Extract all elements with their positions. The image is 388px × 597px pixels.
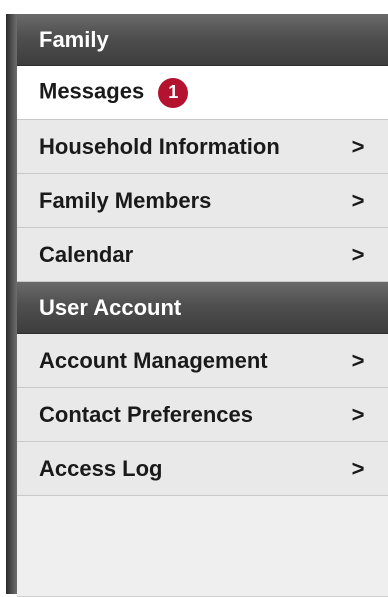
sidebar-item-messages[interactable]: Messages 1 — [17, 66, 388, 120]
sidebar-item-label: Access Log — [39, 455, 163, 481]
sidebar-item-label: Household Information — [39, 133, 280, 159]
sidebar-item-label: Family Members — [39, 187, 212, 213]
sidebar-item-access-log[interactable]: Access Log > — [17, 442, 388, 496]
chevron-right-icon: > — [351, 241, 365, 267]
chevron-right-icon: > — [351, 347, 365, 373]
sidebar-empty-area — [17, 496, 388, 597]
sidebar-item-household-information[interactable]: Household Information > — [17, 120, 388, 174]
sidebar-item-contact-preferences[interactable]: Contact Preferences > — [17, 388, 388, 442]
sidebar-item-label: Contact Preferences — [39, 401, 253, 427]
section-header-family: Family — [17, 14, 388, 66]
section-header-user-account: User Account — [17, 282, 388, 334]
chevron-right-icon: > — [351, 401, 365, 427]
chevron-right-icon: > — [351, 455, 365, 481]
section-title-family: Family — [39, 26, 109, 52]
sidebar-item-label: Calendar — [39, 241, 134, 267]
section-title-user-account: User Account — [39, 294, 182, 320]
sidebar-item-calendar[interactable]: Calendar > — [17, 228, 388, 282]
sidebar-frame: Family Messages 1 Household Information … — [0, 0, 388, 597]
sidebar-nav-panel: Family Messages 1 Household Information … — [17, 14, 388, 597]
notification-badge: 1 — [158, 77, 189, 108]
chevron-right-icon: > — [351, 187, 365, 213]
sidebar-item-label: Account Management — [39, 347, 268, 373]
left-rail-border — [6, 14, 17, 594]
chevron-right-icon: > — [351, 133, 365, 159]
sidebar-item-account-management[interactable]: Account Management > — [17, 334, 388, 388]
sidebar-item-label: Messages 1 — [39, 77, 368, 108]
sidebar-item-family-members[interactable]: Family Members > — [17, 174, 388, 228]
